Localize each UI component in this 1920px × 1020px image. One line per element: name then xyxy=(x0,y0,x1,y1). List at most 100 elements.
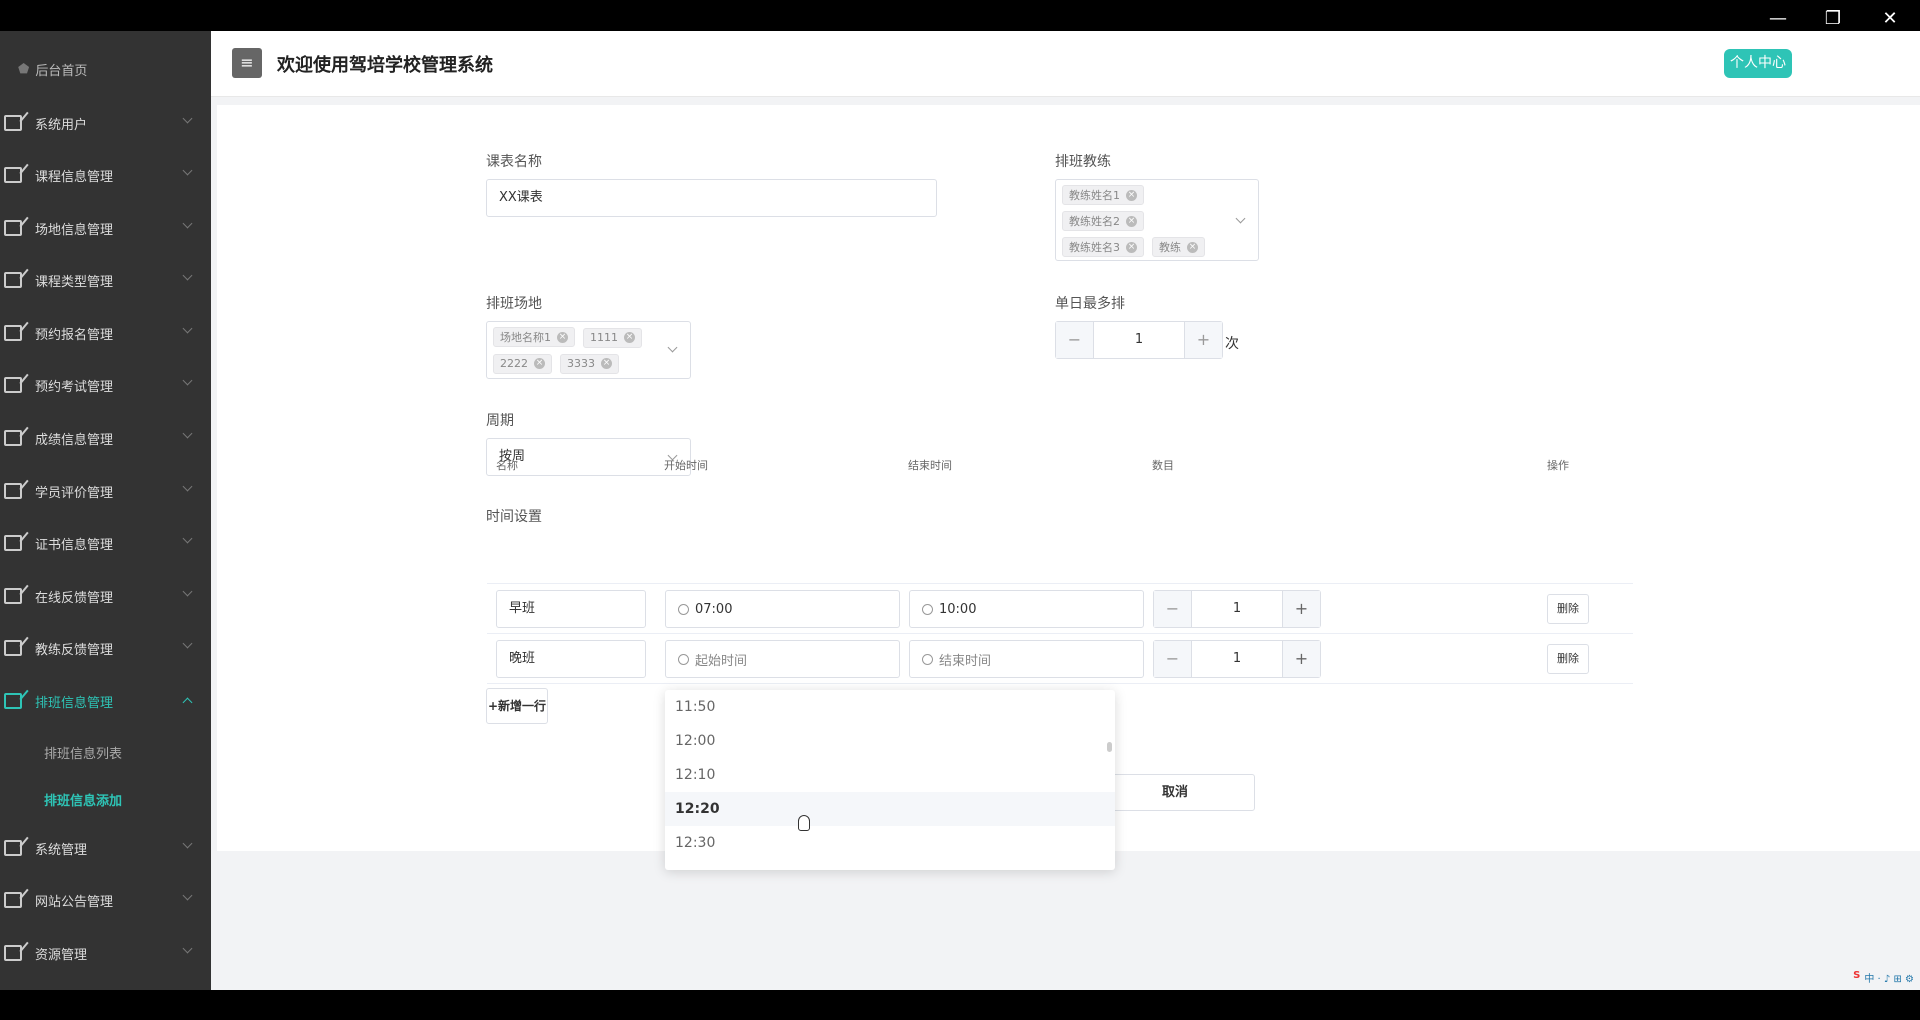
edit-icon xyxy=(4,535,22,551)
sidebar-item-exam[interactable]: 预约考试管理 xyxy=(0,363,211,407)
minus-button[interactable]: − xyxy=(1056,322,1093,358)
edit-icon xyxy=(4,483,22,499)
count-value[interactable]: 1 xyxy=(1191,591,1283,627)
chevron-down-icon xyxy=(182,270,193,281)
minus-button[interactable]: − xyxy=(1154,641,1191,677)
tray-icon: 中 · ♪ ⊞ ⚙ xyxy=(1864,974,1914,985)
start-time-input[interactable]: 07:00 xyxy=(665,590,900,628)
close-icon[interactable]: × xyxy=(624,332,635,343)
edit-icon xyxy=(4,272,22,288)
time-option-highlighted[interactable]: 12:20 xyxy=(665,792,1115,826)
user-center-button[interactable]: 个人中心 xyxy=(1724,49,1792,78)
time-option[interactable]: 12:30 xyxy=(665,826,1115,860)
max-per-day-value[interactable]: 1 xyxy=(1093,322,1185,358)
time-picker-dropdown: 11:50 12:00 12:10 12:20 12:30 xyxy=(665,690,1115,870)
sidebar: ⬟ 后台首页 系统用户 课程信息管理 场地信息管理 课程类型管理 预约报名管理 … xyxy=(0,31,211,990)
close-icon[interactable]: × xyxy=(1126,215,1137,227)
hamburger-icon: ≡ xyxy=(240,53,254,72)
minimize-icon[interactable]: — xyxy=(1767,8,1789,30)
row-name-input[interactable]: 早班 xyxy=(496,590,646,628)
start-time-input[interactable]: 起始时间 xyxy=(665,640,900,678)
sidebar-item-certificate[interactable]: 证书信息管理 xyxy=(0,521,211,565)
chevron-down-icon xyxy=(1235,213,1246,224)
sidebar-item-label: 教练反馈管理 xyxy=(35,642,114,658)
count-value[interactable]: 1 xyxy=(1191,641,1283,677)
sidebar-item-course-type[interactable]: 课程类型管理 xyxy=(0,258,211,302)
plus-button[interactable]: + xyxy=(1283,641,1320,677)
course-name-label: 课表名称 xyxy=(486,154,542,170)
clock-icon xyxy=(678,603,689,615)
sidebar-item-venue[interactable]: 场地信息管理 xyxy=(0,206,211,250)
close-icon[interactable]: × xyxy=(601,358,612,369)
col-header-end: 结束时间 xyxy=(908,459,952,472)
plus-button[interactable]: + xyxy=(1185,322,1222,358)
chevron-down-icon xyxy=(182,375,193,386)
count-stepper[interactable]: − 1 + xyxy=(1153,640,1321,678)
close-icon[interactable]: ✕ xyxy=(1879,8,1901,30)
sidebar-item-booking[interactable]: 预约报名管理 xyxy=(0,311,211,355)
add-row-button[interactable]: +新增一行 xyxy=(486,688,548,724)
time-option[interactable]: 12:00 xyxy=(665,724,1115,758)
delete-button[interactable]: 删除 xyxy=(1547,644,1589,674)
cancel-button[interactable]: 取消 xyxy=(1095,774,1255,811)
row-name-input[interactable]: 晚班 xyxy=(496,640,646,678)
coach-tag: 教练姓名1 × xyxy=(1062,185,1144,205)
sidebar-item-notice[interactable]: 网站公告管理 xyxy=(0,878,211,922)
sidebar-sub-schedule-add[interactable]: 排班信息添加 xyxy=(44,790,122,809)
time-option[interactable]: 11:50 xyxy=(665,690,1115,724)
edit-icon xyxy=(4,640,22,656)
chevron-up-icon xyxy=(182,697,193,708)
start-time-value: 07:00 xyxy=(695,601,733,617)
sidebar-item-label: 资源管理 xyxy=(35,947,88,963)
sidebar-item-course[interactable]: 课程信息管理 xyxy=(0,153,211,197)
dropdown-scrollbar[interactable] xyxy=(1107,742,1112,752)
sidebar-item-score[interactable]: 成绩信息管理 xyxy=(0,416,211,460)
home-icon: ⬟ xyxy=(18,62,30,77)
edit-icon xyxy=(4,945,22,961)
end-time-input[interactable]: 10:00 xyxy=(909,590,1144,628)
chevron-down-icon xyxy=(182,586,193,597)
venue-select[interactable]: 场地名称1 × 1111 × 2222 × 3333 × xyxy=(486,321,691,379)
edit-icon xyxy=(4,430,22,446)
ime-icon: S xyxy=(1853,970,1861,981)
sidebar-item-review[interactable]: 学员评价管理 xyxy=(0,469,211,513)
close-icon[interactable]: × xyxy=(1126,241,1137,253)
time-option[interactable]: 12:10 xyxy=(665,758,1115,792)
sidebar-item-users[interactable]: 系统用户 xyxy=(0,101,211,145)
edit-icon xyxy=(4,377,22,393)
sidebar-item-coach-feedback[interactable]: 教练反馈管理 xyxy=(0,626,211,670)
end-time-input[interactable]: 结束时间 xyxy=(909,640,1144,678)
sidebar-home[interactable]: ⬟ 后台首页 xyxy=(18,60,87,79)
sidebar-item-label: 在线反馈管理 xyxy=(35,590,114,606)
sidebar-sub-schedule-list[interactable]: 排班信息列表 xyxy=(44,743,122,762)
plus-button[interactable]: + xyxy=(1283,591,1320,627)
cycle-label: 周期 xyxy=(486,413,514,429)
app-window: — ❐ ✕ ⬟ 后台首页 系统用户 课程信息管理 场地信息管理 课程类型管理 预… xyxy=(0,0,1920,1020)
col-header-action: 操作 xyxy=(1547,459,1569,472)
coach-select[interactable]: 教练姓名1 × 教练姓名2 × 教练姓名3 × 教练 × xyxy=(1055,179,1259,261)
sidebar-item-schedule[interactable]: 排班信息管理 xyxy=(0,679,211,723)
clock-icon xyxy=(922,653,933,665)
course-name-input[interactable]: XX课表 xyxy=(486,179,937,217)
restore-icon[interactable]: ❐ xyxy=(1822,8,1844,30)
divider xyxy=(487,683,1633,684)
sidebar-item-label: 学员评价管理 xyxy=(35,485,114,501)
max-per-day-stepper[interactable]: − 1 + xyxy=(1055,321,1223,359)
delete-button[interactable]: 删除 xyxy=(1547,594,1589,624)
edit-icon xyxy=(4,840,22,856)
sidebar-item-system[interactable]: 系统管理 xyxy=(0,826,211,870)
venue-tag: 2222 × xyxy=(493,353,552,374)
close-icon[interactable]: × xyxy=(534,358,545,369)
edit-icon xyxy=(4,115,22,131)
count-stepper[interactable]: − 1 + xyxy=(1153,590,1321,628)
minus-button[interactable]: − xyxy=(1154,591,1191,627)
end-time-value: 10:00 xyxy=(939,601,977,617)
sidebar-item-feedback[interactable]: 在线反馈管理 xyxy=(0,574,211,618)
sidebar-item-label: 预约报名管理 xyxy=(35,327,114,343)
menu-toggle-button[interactable]: ≡ xyxy=(232,48,262,78)
close-icon[interactable]: × xyxy=(1126,189,1137,201)
sidebar-item-resource[interactable]: 资源管理 xyxy=(0,931,211,975)
close-icon[interactable]: × xyxy=(1187,241,1198,253)
close-icon[interactable]: × xyxy=(557,331,568,343)
clock-icon xyxy=(922,603,933,615)
